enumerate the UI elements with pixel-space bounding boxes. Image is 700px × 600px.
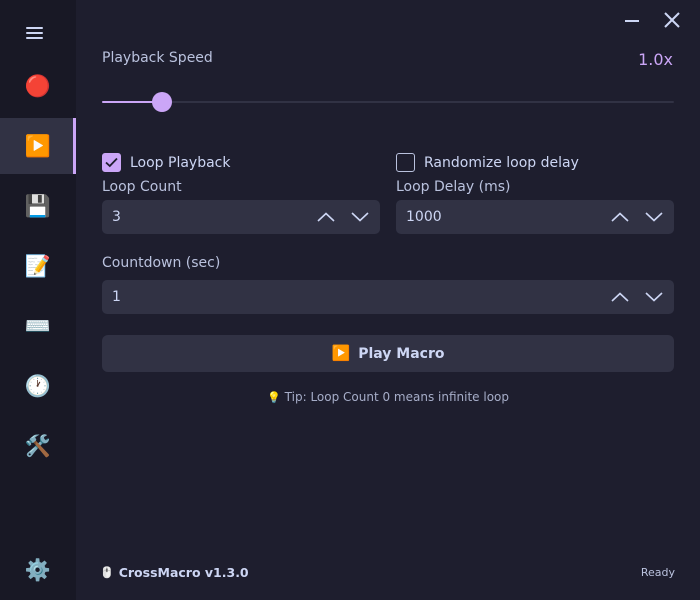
chevron-down-icon: [645, 292, 663, 302]
sidebar-item-keyboard[interactable]: ⌨️: [0, 298, 76, 354]
loop-playback-checkbox[interactable]: [102, 153, 121, 172]
keyboard-icon: ⌨️: [24, 313, 52, 338]
countdown-decrement[interactable]: [644, 287, 664, 307]
randomize-delay-checkbox[interactable]: [396, 153, 415, 172]
app-version-label: CrossMacro v1.3.0: [118, 565, 249, 580]
minimize-button[interactable]: [620, 10, 644, 30]
loop-count-increment[interactable]: [316, 207, 336, 227]
countdown-label: Countdown (sec): [102, 255, 221, 271]
slider-thumb[interactable]: [152, 92, 173, 112]
countdown-spinbox[interactable]: 1: [102, 280, 674, 314]
sidebar-item-save[interactable]: 💾: [0, 178, 76, 234]
loop-delay-label: Loop Delay (ms): [396, 179, 511, 195]
sidebar: 🔴 ▶️ 💾 📝 ⌨️ 🕐 🛠️ ⚙️: [0, 0, 76, 600]
chevron-up-icon: [611, 292, 629, 302]
close-icon: [664, 12, 680, 28]
mouse-icon: 🖱️: [100, 566, 114, 579]
play-icon: ▶️: [331, 344, 351, 362]
app-version: 🖱️ CrossMacro v1.3.0: [100, 565, 249, 580]
lightbulb-icon: 💡: [266, 390, 281, 404]
chevron-down-icon: [645, 212, 663, 222]
playback-speed-slider[interactable]: [102, 92, 674, 112]
record-icon: 🔴: [24, 73, 52, 98]
window-controls: [620, 10, 684, 30]
sidebar-item-settings[interactable]: ⚙️: [0, 542, 76, 598]
loop-count-input[interactable]: 3: [112, 209, 316, 225]
sidebar-item-schedule[interactable]: 🕐: [0, 358, 76, 414]
clock-icon: 🕐: [24, 373, 52, 398]
sidebar-item-play[interactable]: ▶️: [0, 118, 76, 174]
playback-speed-label: Playback Speed: [102, 50, 213, 66]
loop-delay-decrement[interactable]: [644, 207, 664, 227]
loop-playback-checkbox-row[interactable]: Loop Playback: [102, 153, 231, 172]
tip-message: Tip: Loop Count 0 means infinite loop: [284, 390, 510, 404]
sidebar-item-tools[interactable]: 🛠️: [0, 418, 76, 474]
loop-count-decrement[interactable]: [350, 207, 370, 227]
gear-icon: ⚙️: [24, 557, 52, 582]
chevron-up-icon: [317, 212, 335, 222]
sidebar-item-edit[interactable]: 📝: [0, 238, 76, 294]
floppy-disk-icon: 💾: [24, 193, 52, 218]
sidebar-item-record[interactable]: 🔴: [0, 58, 76, 114]
countdown-increment[interactable]: [610, 287, 630, 307]
play-macro-button[interactable]: ▶️ Play Macro: [102, 335, 674, 372]
tools-icon: 🛠️: [24, 433, 52, 458]
loop-delay-increment[interactable]: [610, 207, 630, 227]
status-text: Ready: [640, 566, 675, 579]
loop-delay-spinbox[interactable]: 1000: [396, 200, 674, 234]
minimize-icon: [625, 20, 639, 22]
tip-text: 💡 Tip: Loop Count 0 means infinite loop: [102, 390, 674, 404]
chevron-up-icon: [611, 212, 629, 222]
playback-speed-value: 1.0x: [638, 50, 673, 69]
loop-count-label: Loop Count: [102, 179, 182, 195]
loop-delay-input[interactable]: 1000: [406, 209, 610, 225]
loop-playback-label: Loop Playback: [130, 154, 231, 171]
randomize-delay-checkbox-row[interactable]: Randomize loop delay: [396, 153, 579, 172]
checkmark-icon: [105, 157, 118, 168]
close-button[interactable]: [660, 10, 684, 30]
play-icon: ▶️: [24, 133, 52, 158]
menu-icon[interactable]: [26, 27, 43, 39]
memo-icon: 📝: [24, 253, 52, 278]
countdown-input[interactable]: 1: [112, 289, 610, 305]
randomize-delay-label: Randomize loop delay: [424, 154, 579, 171]
chevron-down-icon: [351, 212, 369, 222]
play-macro-label: Play Macro: [358, 345, 445, 362]
loop-count-spinbox[interactable]: 3: [102, 200, 380, 234]
